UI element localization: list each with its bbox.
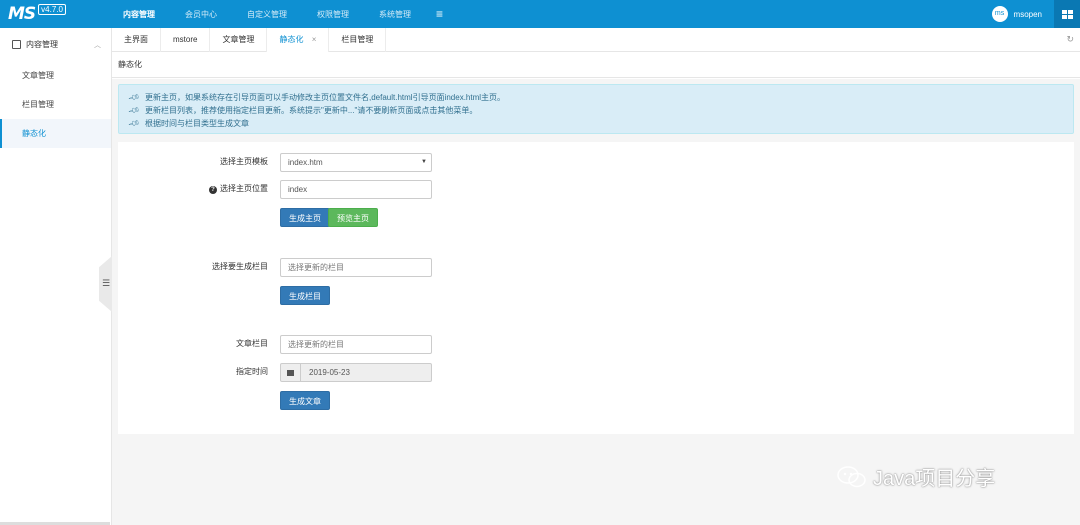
nav-item-system[interactable]: 系统管理 (364, 0, 426, 28)
apps-grid-button[interactable] (1054, 0, 1080, 28)
refresh-icon[interactable]: ↻ (1066, 34, 1074, 45)
tab-articles[interactable]: 文章管理 (210, 28, 268, 52)
generate-home-button[interactable]: 生成主页 (280, 208, 330, 227)
page-title: 静态化 (112, 52, 1080, 78)
user-menu[interactable]: ms msopen (991, 6, 1042, 22)
info-text: 更新栏目列表，推荐使用指定栏目更新。系统提示"更新中..."请不要刷新页面或点击… (145, 106, 478, 115)
watermark: Java项目分享 (837, 462, 995, 491)
home-template-label: 选择主页模板 (220, 157, 268, 166)
home-position-label-text: 选择主页位置 (220, 184, 268, 193)
nav-item-permission[interactable]: 权限管理 (302, 0, 364, 28)
info-text: 根据时间与栏目类型生成文章 (145, 119, 249, 128)
question-icon[interactable]: ? (209, 186, 217, 194)
top-navbar: MS v4.7.0 内容管理 会员中心 自定义管理 权限管理 系统管理 ≡ ms… (0, 0, 1080, 28)
watermark-text: Java项目分享 (873, 468, 996, 490)
info-line: 📌︎ 更新栏目列表，推荐使用指定栏目更新。系统提示"更新中..."请不要刷新页面… (127, 104, 1073, 117)
avatar: ms (991, 6, 1008, 22)
close-icon[interactable]: × (312, 35, 317, 44)
caret-down-icon: ▼ (421, 159, 427, 165)
column-label: 选择要生成栏目 (212, 262, 268, 271)
sidebar-item-articles[interactable]: 文章管理 (0, 61, 111, 90)
info-text: 更新主页，如果系统存在引导页面可以手动修改主页位置文件名,default.htm… (145, 93, 506, 102)
static-form: 选择主页模板 index.htm ▼ ? 选择主页位置 index 生成主页 预览… (118, 142, 1074, 434)
info-line: 📌︎ 更新主页，如果系统存在引导页面可以手动修改主页位置文件名,default.… (127, 91, 1073, 104)
article-column-label: 文章栏目 (236, 339, 268, 348)
sidebar-group-content[interactable]: 内容管理 ︿ (0, 28, 111, 61)
edit-icon (12, 40, 21, 49)
pin-icon: 📌︎ (127, 117, 141, 130)
sidebar-group-label: 内容管理 (26, 40, 58, 49)
nav-item-custom[interactable]: 自定义管理 (232, 0, 302, 28)
column-input[interactable]: 选择更新的栏目 (280, 258, 432, 277)
sidebar: 内容管理 ︿ 文章管理 栏目管理 静态化 (0, 28, 112, 525)
hamburger-menu-icon[interactable]: ≡ (426, 0, 453, 28)
grid-icon (1061, 9, 1073, 19)
home-position-label: ? 选择主页位置 (118, 180, 268, 198)
home-position-input[interactable]: index (280, 180, 432, 199)
version-badge: v4.7.0 (38, 4, 66, 15)
info-line: 📌︎ 根据时间与栏目类型生成文章 (127, 117, 1073, 130)
tab-home[interactable]: 主界面 (112, 28, 161, 52)
tab-columns[interactable]: 栏目管理 (329, 28, 387, 52)
home-template-value: index.htm (288, 158, 323, 167)
tab-mstore[interactable]: mstore (161, 28, 211, 52)
sidebar-item-static[interactable]: 静态化 (0, 119, 111, 148)
top-nav: 内容管理 会员中心 自定义管理 权限管理 系统管理 ≡ (108, 0, 453, 28)
nav-item-member[interactable]: 会员中心 (170, 0, 232, 28)
wechat-icon (837, 465, 866, 487)
tab-static-label: 静态化 (279, 35, 304, 44)
home-template-select[interactable]: index.htm ▼ (280, 153, 432, 172)
generate-article-button[interactable]: 生成文章 (280, 391, 330, 410)
date-picker[interactable]: 2019-05-23 (280, 363, 432, 382)
info-alert: 📌︎ 更新主页，如果系统存在引导页面可以手动修改主页位置文件名,default.… (118, 84, 1074, 134)
date-value: 2019-05-23 (309, 368, 350, 377)
preview-home-button[interactable]: 预览主页 (328, 208, 378, 227)
app-logo[interactable]: MS v4.7.0 (8, 4, 66, 24)
article-column-input[interactable]: 选择更新的栏目 (280, 335, 432, 354)
chevron-up-icon: ︿ (94, 42, 101, 49)
sidebar-item-columns[interactable]: 栏目管理 (0, 90, 111, 119)
date-label: 指定时间 (236, 367, 268, 376)
page-tabs: 主界面 mstore 文章管理 静态化 × 栏目管理 ↻ (112, 28, 1080, 52)
collapse-menu-icon[interactable]: ☰ (102, 278, 110, 289)
nav-item-content[interactable]: 内容管理 (108, 0, 170, 28)
username: msopen (1013, 9, 1042, 19)
generate-column-button[interactable]: 生成栏目 (280, 286, 330, 305)
calendar-icon (281, 364, 301, 381)
logo-text: MS (8, 4, 36, 24)
tab-static[interactable]: 静态化 × (267, 28, 330, 52)
